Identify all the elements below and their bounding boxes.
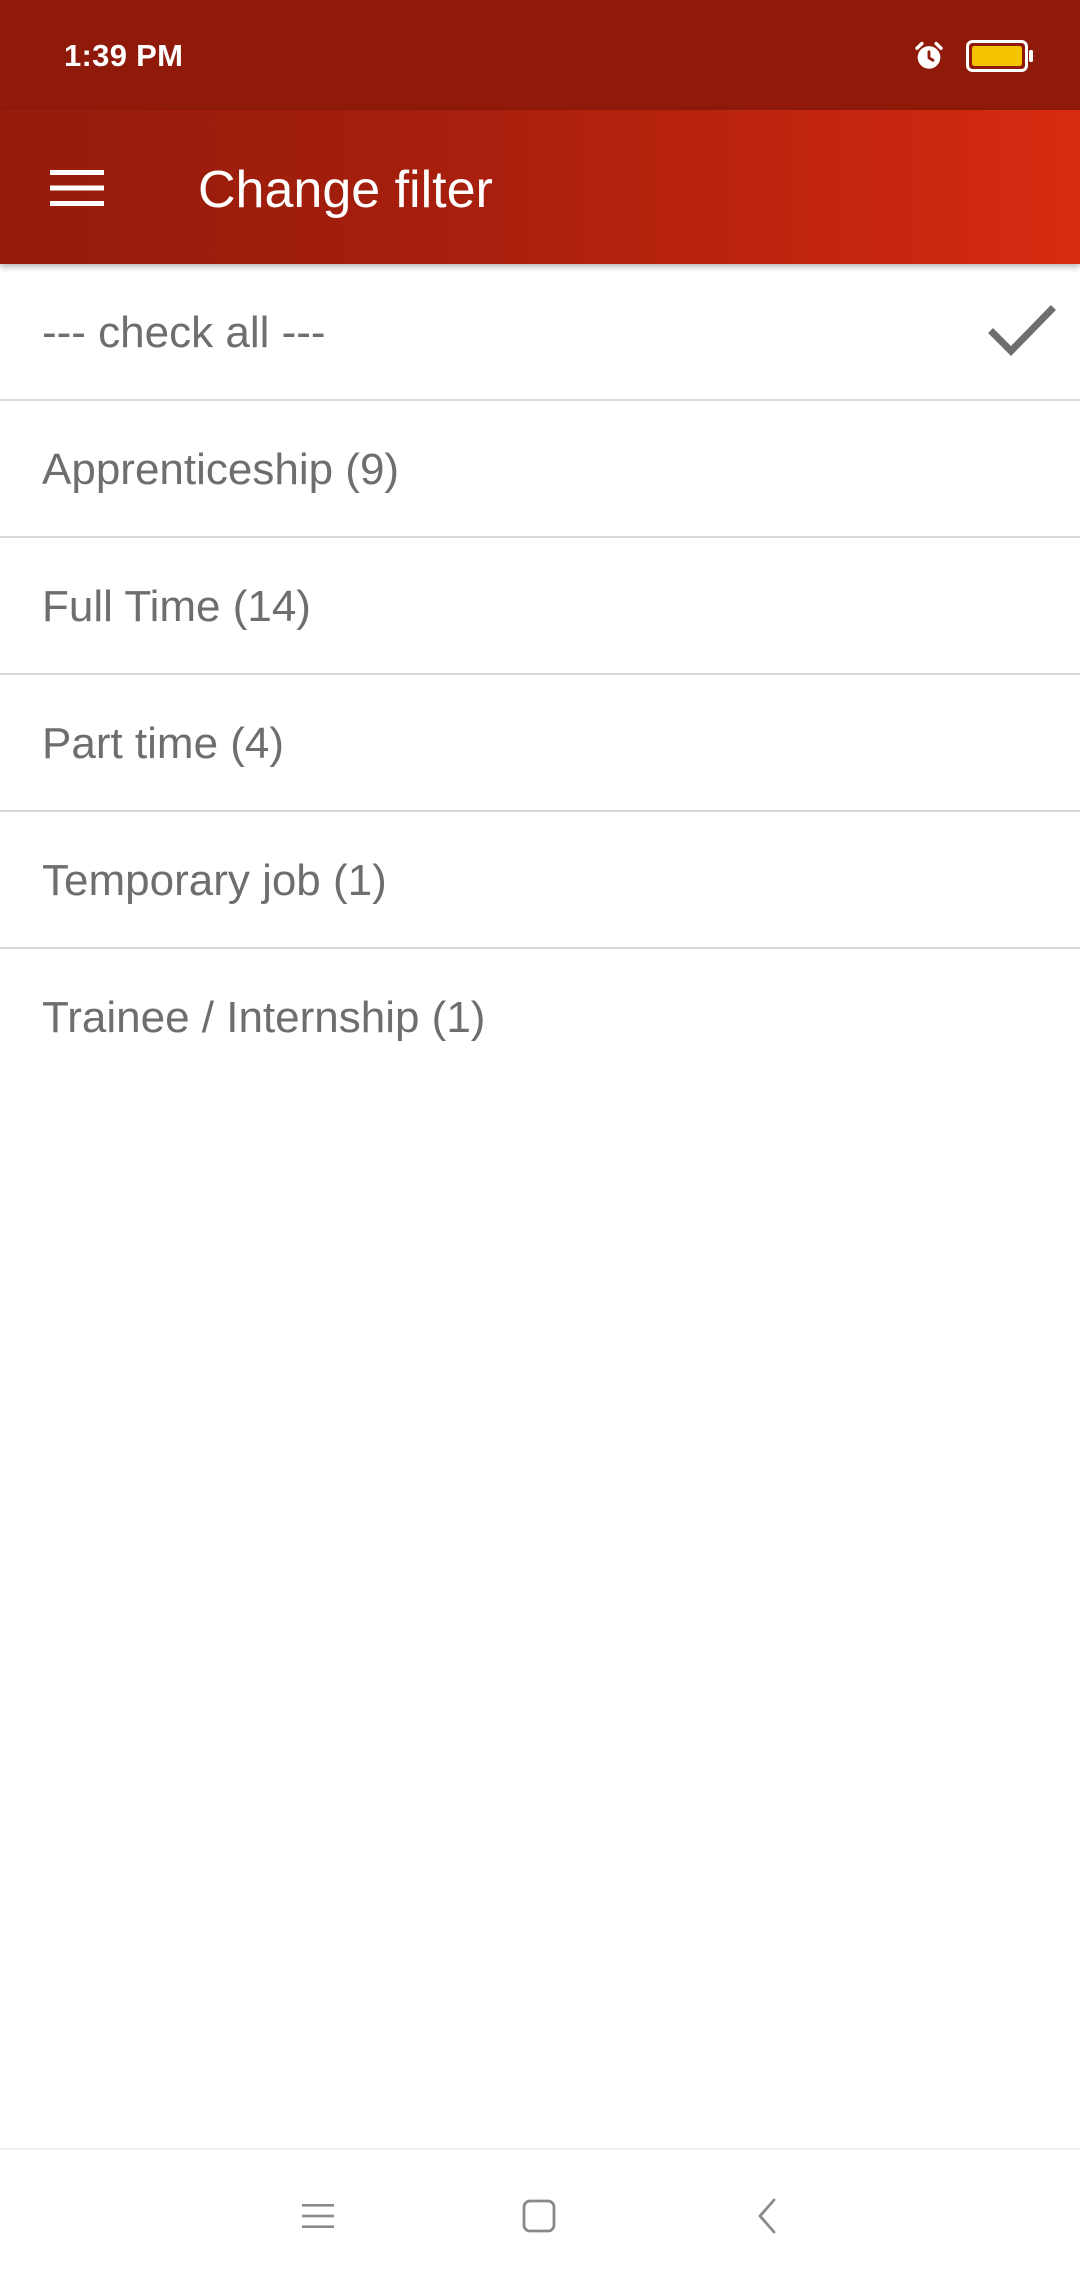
status-bar: 1:39 PM (0, 0, 1080, 110)
alarm-icon (912, 39, 946, 73)
battery-icon (966, 39, 1034, 73)
back-icon (758, 2198, 776, 2234)
menu-button[interactable] (32, 148, 122, 228)
screen: 1:39 PM Change filter --- check all --- … (0, 0, 1080, 2280)
checkmark-icon (988, 305, 1056, 356)
filter-item-part-time[interactable]: Part time (4) (0, 675, 1080, 812)
filter-item-trainee-internship[interactable]: Trainee / Internship (1) (0, 949, 1080, 1086)
filter-item-label: Trainee / Internship (1) (42, 993, 486, 1042)
app-bar: Change filter (0, 110, 1080, 264)
hamburger-menu-icon (50, 169, 104, 207)
navigation-bar (0, 2148, 1080, 2280)
filter-item-check-all[interactable]: --- check all --- (0, 264, 1080, 401)
back-button[interactable] (727, 2180, 807, 2252)
filter-item-label: Apprenticeship (9) (42, 445, 400, 494)
filter-item-temporary-job[interactable]: Temporary job (1) (0, 812, 1080, 949)
filter-item-label: Temporary job (1) (42, 856, 387, 905)
status-time: 1:39 PM (64, 38, 184, 73)
status-icons (912, 36, 1034, 76)
filter-item-label: Part time (4) (42, 719, 285, 768)
filter-item-label: Full Time (14) (42, 582, 311, 631)
filter-item-full-time[interactable]: Full Time (14) (0, 538, 1080, 675)
home-icon (522, 2199, 556, 2233)
recents-button[interactable] (278, 2180, 358, 2252)
filter-item-label: --- check all --- (42, 308, 326, 357)
home-button[interactable] (499, 2180, 579, 2252)
recents-icon (302, 2204, 334, 2228)
filter-list: --- check all --- Apprenticeship (9) Ful… (0, 264, 1080, 1086)
page-title: Change filter (198, 161, 493, 219)
filter-item-apprenticeship[interactable]: Apprenticeship (9) (0, 401, 1080, 538)
